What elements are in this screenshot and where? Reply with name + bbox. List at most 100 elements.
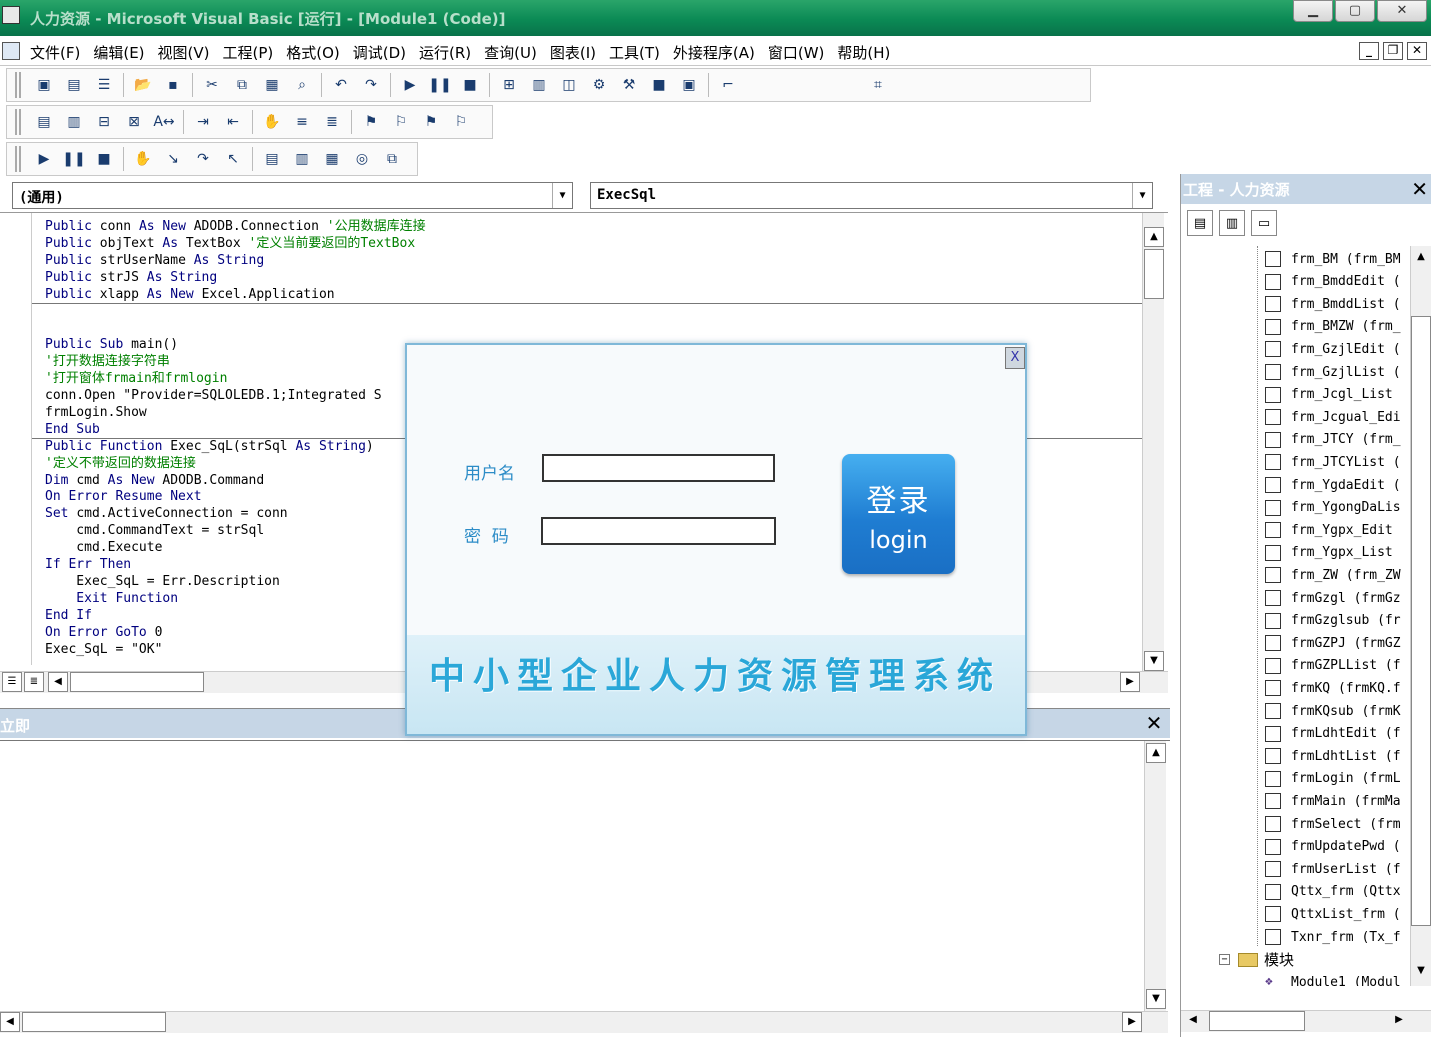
immediate-close-button[interactable]: ✕ [1142,711,1166,735]
menu-item[interactable]: 调试(D) [353,42,406,63]
add-form-icon[interactable]: ▤ [63,74,85,96]
tree-item-form[interactable]: frmLdhtEdit (f [1265,723,1401,745]
paste-icon[interactable]: ▦ [261,74,283,96]
tree-item-form[interactable]: frm_ZW (frm_ZW [1265,564,1401,586]
collapse-icon[interactable]: − [1219,954,1230,966]
toolbar-grip[interactable] [15,146,21,172]
indent-icon[interactable]: ⇥ [192,111,214,133]
next-bookmark-icon[interactable]: ⚐ [390,111,412,133]
outdent-icon[interactable]: ⇤ [222,111,244,133]
tree-item-form[interactable]: frm_YgongDaLis [1265,497,1401,519]
menu-item[interactable]: 图表(I) [550,42,596,63]
project-vertical-scrollbar[interactable]: ▲ ▼ [1410,246,1431,986]
project-tree[interactable]: frm_BM (frm_BM frm_BmddEdit (frm_BmddList… [1181,246,1409,986]
menu-item[interactable]: 工具(T) [609,42,660,63]
tree-item-form[interactable]: Txnr_frm (Tx_f [1265,926,1401,948]
tree-item-form[interactable]: frmLdhtList (f [1265,745,1401,767]
scroll-right-icon[interactable]: ▶ [1120,672,1140,692]
breakpoint-icon[interactable]: ✋ [132,148,154,170]
menu-item[interactable]: 文件(F) [30,42,80,63]
scroll-down-icon[interactable]: ▼ [1144,651,1164,671]
tree-item-form[interactable]: frmKQsub (frmK [1265,700,1401,722]
scroll-down-icon[interactable]: ▼ [1146,989,1166,1009]
code-line[interactable]: Public objText As TextBox '定义当前要返回的TextB… [45,236,426,253]
toggle-breakpoint-icon[interactable]: ✋ [261,111,283,133]
tree-item-form[interactable]: frmUserList (f [1265,858,1401,880]
save-icon[interactable]: ▪ [162,74,184,96]
step-out-icon[interactable]: ↖ [222,148,244,170]
code-window-icon[interactable] [2,42,20,60]
scroll-left-icon[interactable]: ◀ [0,1012,20,1032]
code-line[interactable]: On Error Resume Next [45,489,426,506]
tree-item-form[interactable]: frmGzgl (frmGz [1265,587,1401,609]
object-browser-icon[interactable]: ⚙ [588,74,610,96]
call-stack-icon[interactable]: ⧉ [381,148,403,170]
break-icon[interactable]: ❚❚ [428,74,451,96]
code-line[interactable]: cmd.Execute [45,540,426,557]
code-line[interactable]: End If [45,608,426,625]
code-line[interactable]: Public xlapp As New Excel.Application [45,287,426,304]
code-line[interactable]: Public strJS As String [45,270,426,287]
procedure-view-icon[interactable]: ☰ [2,672,22,692]
code-line[interactable]: Public Sub main() [45,337,426,354]
uncomment-block-icon[interactable]: ≣ [321,111,343,133]
scroll-thumb[interactable] [1411,316,1431,926]
undo-icon[interactable]: ↶ [330,74,352,96]
menu-item[interactable]: 工程(P) [223,42,274,63]
menu-item[interactable]: 窗口(W) [768,42,825,63]
clear-bookmarks-icon[interactable]: ⚐ [450,111,472,133]
username-input[interactable] [542,454,775,482]
full-module-view-icon[interactable]: ≣ [24,672,44,692]
data-view-icon[interactable]: ■ [648,74,670,96]
step-into-icon[interactable]: ↘ [162,148,184,170]
tree-item-form[interactable]: frm_BMZW (frm_ [1265,316,1401,338]
tree-item-form[interactable]: frm_YgdaEdit ( [1265,474,1401,496]
menu-item[interactable]: 外接程序(A) [673,42,755,63]
password-input[interactable] [541,517,776,545]
tree-item-form[interactable]: frmSelect (frm [1265,813,1401,835]
send-to-back-icon[interactable]: ▥ [63,111,85,133]
code-line[interactable]: frmLogin.Show [45,405,426,422]
procedure-combo[interactable]: ExecSql ▼ [590,182,1153,209]
menu-item[interactable]: 帮助(H) [837,42,890,63]
align-icon[interactable]: ⊟ [93,111,115,133]
tree-item-form[interactable]: frm_GzjlEdit ( [1265,338,1401,360]
debug-end-icon[interactable]: ■ [93,148,115,170]
chevron-down-icon[interactable]: ▼ [1132,183,1152,208]
tree-item-form[interactable]: frmUpdatePwd ( [1265,836,1401,858]
comment-block-icon[interactable]: ≡ [291,111,313,133]
view-object-icon[interactable]: ▥ [1219,210,1245,236]
project-close-button[interactable]: ✕ [1411,177,1428,201]
object-combo[interactable]: (通用) ▼ [12,182,573,209]
scroll-right-icon[interactable]: ▶ [1122,1012,1142,1032]
scroll-right-icon[interactable]: ▶ [1389,1011,1409,1031]
center-icon[interactable]: ⊠ [123,111,145,133]
tree-item-form[interactable]: frm_JTCYList ( [1265,451,1401,473]
code-line[interactable] [45,304,426,321]
mdi-restore-button[interactable]: ❐ [1383,42,1403,60]
bring-to-front-icon[interactable]: ▤ [33,111,55,133]
close-button[interactable]: ✕ [1377,0,1427,22]
tree-item-module[interactable]: ❖ Module1 (Modul [1265,971,1401,986]
code-line[interactable]: '打开窗体frmain和frmlogin [45,371,426,388]
tree-item-form[interactable]: frm_BmddList ( [1265,293,1401,315]
code-line[interactable]: End Sub [45,422,426,439]
chevron-down-icon[interactable]: ▼ [552,183,572,208]
debug-start-icon[interactable]: ▶ [33,148,55,170]
start-icon[interactable]: ▶ [399,74,421,96]
immediate-vertical-scrollbar[interactable]: ▲ ▼ [1144,741,1166,1011]
tree-item-form[interactable]: frmMain (frmMa [1265,790,1401,812]
scroll-left-icon[interactable]: ◀ [48,672,68,692]
scroll-thumb[interactable] [70,672,204,692]
copy-icon[interactable]: ⧉ [231,74,253,96]
menu-editor-icon[interactable]: ☰ [93,74,115,96]
step-over-icon[interactable]: ↷ [192,148,214,170]
code-line[interactable]: cmd.CommandText = strSql [45,523,426,540]
component-manager-icon[interactable]: ▣ [678,74,700,96]
minimize-button[interactable]: ▁ [1293,0,1333,22]
toggle-folders-icon[interactable]: ▭ [1251,210,1277,236]
project-explorer-icon[interactable]: ⊞ [498,74,520,96]
toolbar-grip[interactable] [15,72,21,98]
project-horizontal-scrollbar[interactable]: ◀ ▶ [1181,1010,1431,1032]
toolbox-icon[interactable]: ⚒ [618,74,640,96]
